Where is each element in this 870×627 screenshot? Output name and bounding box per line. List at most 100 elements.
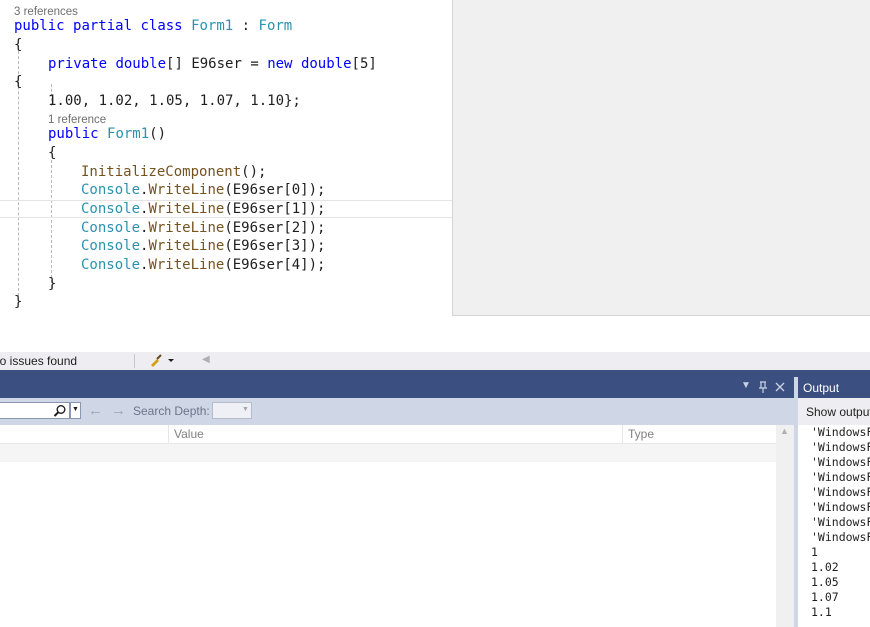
scroll-left-icon[interactable]: ◀ (202, 354, 210, 365)
method-name: InitializeComponent (81, 164, 242, 180)
code-line-class[interactable]: public partial class Form1 : Form (14, 17, 292, 35)
locals-toolbar: ▼ ← → Search Depth: ▼ (0, 398, 794, 425)
class-name: Form1 (191, 18, 234, 34)
keyword: class (140, 18, 183, 34)
tool-window-border (0, 370, 870, 377)
method-name: WriteLine (148, 238, 225, 254)
keyword: double (115, 56, 167, 72)
output-line: 1.1 (811, 605, 832, 619)
keyword: new (267, 56, 293, 72)
output-line: 'WindowsFormsApp (811, 530, 870, 544)
column-header-value[interactable]: Value (174, 427, 204, 441)
output-line: 'WindowsFormsApp (811, 485, 870, 499)
search-depth-label: Search Depth: (133, 404, 210, 418)
pin-icon (759, 381, 767, 393)
code-cleanup-button[interactable] (148, 352, 178, 368)
output-line: 1.02 (811, 560, 839, 574)
call-args: (E96ser[3]); (224, 238, 326, 254)
type-name: Console (81, 220, 141, 236)
call-tail: (); (241, 164, 267, 180)
code-line-writeline[interactable]: Console.WriteLine(E96ser[2]); (81, 219, 325, 237)
code-line-values[interactable]: 1.00, 1.02, 1.05, 1.07, 1.10}; (48, 92, 301, 110)
column-divider[interactable] (168, 425, 169, 443)
code-line-init[interactable]: InitializeComponent(); (81, 163, 266, 181)
search-backward-icon[interactable]: ← (88, 402, 103, 419)
method-name: WriteLine (148, 182, 225, 198)
pin-button[interactable] (757, 378, 769, 396)
code-line-writeline[interactable]: Console.WriteLine(E96ser[0]); (81, 181, 325, 199)
code-line-ctor[interactable]: public Form1() (48, 125, 166, 143)
code-editor[interactable]: 3 references public partial class Form1 … (0, 0, 452, 352)
equals: = (241, 56, 268, 72)
search-forward-icon[interactable]: → (111, 402, 126, 419)
output-line: 1 (811, 545, 818, 559)
keyword: partial (73, 18, 133, 34)
output-toolbar: Show output from: (798, 398, 870, 425)
output-window-titlebar: Output (798, 377, 870, 398)
brush-icon (151, 354, 174, 367)
locals-column-header: Value Type (0, 425, 776, 444)
window-menu-dropdown-icon[interactable]: ▼ (741, 380, 751, 391)
show-output-from-label: Show output from: (806, 405, 870, 419)
search-dropdown-button[interactable]: ▼ (70, 402, 81, 419)
output-line: 'WindowsFormsApp (811, 515, 870, 529)
chevron-down-icon: ▼ (72, 406, 79, 413)
code-line-field[interactable]: private double[] E96ser = new double[5] (48, 55, 377, 73)
editor-status-strip: No issues found ◀ (0, 352, 870, 370)
code-line-writeline[interactable]: Console.WriteLine(E96ser[4]); (81, 256, 325, 274)
code-brace-open[interactable]: { (14, 36, 22, 54)
code-line-writeline[interactable]: Console.WriteLine(E96ser[3]); (81, 237, 325, 255)
search-input[interactable] (0, 402, 70, 419)
code-brace-close[interactable]: } (14, 293, 22, 311)
ctor-name: Form1 (107, 126, 150, 142)
type-name: Console (81, 238, 141, 254)
editor-empty-area (452, 316, 870, 352)
output-line: 'WindowsFormsApp (811, 455, 870, 469)
output-line: 'WindowsFormsApp (811, 500, 870, 514)
output-text-area[interactable]: 'WindowsFormsApp 'WindowsFormsApp 'Windo… (798, 425, 870, 627)
colon: : (233, 18, 259, 34)
code-brace-open[interactable]: { (48, 144, 56, 162)
method-name: WriteLine (148, 220, 225, 236)
keyword: double (300, 56, 352, 72)
output-line: 'WindowsFormsApp (811, 470, 870, 484)
output-line: 1.07 (811, 590, 839, 604)
output-line: 'WindowsFormsApp (811, 425, 870, 439)
keyword: public (14, 18, 65, 34)
locals-grid[interactable] (0, 462, 776, 627)
call-args: (E96ser[0]); (224, 182, 326, 198)
separator (134, 354, 135, 368)
issues-status[interactable]: No issues found (0, 354, 77, 368)
keyword: public (48, 126, 99, 142)
chevron-down-icon: ▼ (242, 406, 249, 413)
type-name: Console (81, 257, 141, 273)
method-name: WriteLine (148, 257, 225, 273)
call-args: (E96ser[1]); (224, 201, 326, 217)
column-header-type[interactable]: Type (628, 427, 654, 441)
parens: () (149, 126, 167, 142)
vertical-scrollbar[interactable]: ▲ (776, 425, 794, 627)
call-args: (E96ser[2]); (224, 220, 326, 236)
code-line-writeline[interactable]: Console.WriteLine(E96ser[1]); (81, 200, 325, 218)
code-brace-open[interactable]: { (14, 73, 22, 91)
base-class-name: Form (258, 18, 293, 34)
search-icon (53, 405, 66, 417)
column-divider[interactable] (622, 425, 623, 443)
scroll-up-icon[interactable]: ▲ (780, 426, 789, 436)
code-brace-close[interactable]: } (48, 275, 56, 293)
call-args: (E96ser[4]); (224, 257, 326, 273)
search-depth-select[interactable]: ▼ (212, 402, 252, 419)
array-size: [5] (351, 56, 377, 72)
output-line: 'WindowsFormsApp (811, 440, 870, 454)
form-designer-surface[interactable] (452, 0, 870, 316)
close-button[interactable] (774, 378, 786, 396)
type-name: Console (81, 201, 141, 217)
type-name: Console (81, 182, 141, 198)
output-line: 1.05 (811, 575, 839, 589)
close-icon (775, 382, 785, 392)
keyword: private (48, 56, 108, 72)
field-name: E96ser (191, 56, 242, 72)
array-brackets: [] (166, 56, 192, 72)
locals-window-titlebar: ▼ (0, 377, 794, 398)
output-title: Output (803, 381, 840, 395)
